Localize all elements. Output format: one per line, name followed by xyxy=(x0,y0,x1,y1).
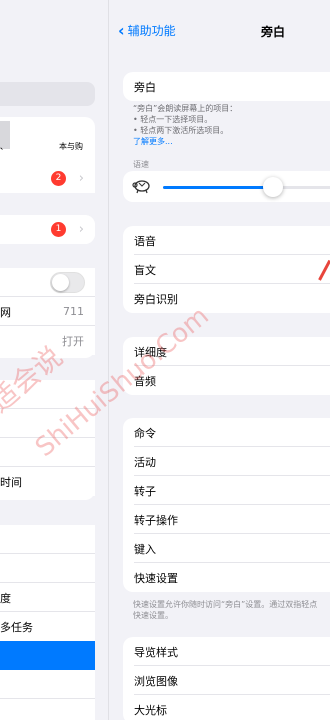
sidebar-row-wifi[interactable]: 网 711 xyxy=(0,297,95,326)
sidebar-account-group: 本与购 、 2 › xyxy=(0,117,95,193)
verbosity-label: 音频 xyxy=(134,374,156,388)
navigation-bar: ‹ 辅助功能 旁白 xyxy=(109,22,330,40)
navigation-label: 大光标 xyxy=(134,703,167,717)
chevron-right-icon: › xyxy=(78,171,84,186)
footnote-line-2: 快速设置。 xyxy=(133,611,173,620)
notification-badge: 1 xyxy=(51,222,66,237)
sidebar-row-notifications[interactable] xyxy=(0,380,95,409)
speaking-rate-slider[interactable] xyxy=(123,171,330,202)
chevron-right-icon: › xyxy=(78,222,84,237)
voiceover-toggle-label: 旁白 xyxy=(134,80,156,94)
description-bullet-1: • 轻点一下选择项目。 xyxy=(133,115,213,124)
command-row-3[interactable]: 转子操作 xyxy=(123,505,330,534)
voiceover-detail-pane: ‹ 辅助功能 旁白 旁白 “旁白”会朗读屏幕上的项目： • 轻点一下选择项目。 … xyxy=(108,0,330,720)
verbosity-row-0[interactable]: 详细度 xyxy=(123,337,330,366)
speaking-rate-label: 语速 xyxy=(133,160,149,169)
speech-label: 盲文 xyxy=(134,263,156,277)
footnote-line-1: 快速设置允许你随时访问“旁白”设置。通过双指轻点 xyxy=(133,600,318,609)
speech-row-0[interactable]: 语音 xyxy=(123,226,330,255)
command-label: 活动 xyxy=(134,455,156,469)
settings-sidebar: 本与购 、 2 › 1 › 网 711 打开 时间 度 多任务 xyxy=(0,0,108,720)
chevron-left-icon: ‹ xyxy=(118,20,125,40)
command-row-4[interactable]: 键入 xyxy=(123,534,330,563)
sidebar-row-control-center[interactable] xyxy=(0,554,95,583)
command-row-2[interactable]: 转子 xyxy=(123,476,330,505)
navigation-label: 浏览图像 xyxy=(134,674,178,688)
slider-track[interactable] xyxy=(163,186,330,189)
turtle-icon xyxy=(132,180,150,194)
speech-group: 语音 盲文 旁白识别 xyxy=(123,226,330,313)
command-label: 转子操作 xyxy=(134,513,178,527)
verbosity-label: 详细度 xyxy=(134,345,167,359)
quick-settings-footnote: 快速设置允许你随时访问“旁白”设置。通过双指轻点 快速设置。 xyxy=(133,599,330,621)
account-subtitle: 本与购 xyxy=(59,142,83,151)
back-label: 辅助功能 xyxy=(127,24,176,38)
sidebar-row-multitasking[interactable]: 多任务 xyxy=(0,612,95,641)
navigation-label: 导览样式 xyxy=(134,645,178,659)
sidebar-row-notification-1[interactable]: 2 › xyxy=(0,164,95,193)
sidebar-row-wallpaper[interactable] xyxy=(0,670,95,699)
notification-badge: 2 xyxy=(51,171,66,186)
command-label: 键入 xyxy=(134,542,156,556)
speech-row-2[interactable]: 旁白识别 xyxy=(123,284,330,313)
slider-fill xyxy=(163,186,274,189)
sidebar-row-airplane[interactable] xyxy=(0,268,95,297)
sidebar-row-bluetooth[interactable]: 打开 xyxy=(0,326,95,355)
command-label: 命令 xyxy=(134,426,156,440)
wifi-label: 网 xyxy=(0,305,11,319)
sidebar-row-display[interactable]: 度 xyxy=(0,583,95,612)
sidebar-row-notification-2[interactable]: 1 › xyxy=(0,215,95,244)
slider-knob[interactable] xyxy=(263,177,284,197)
multitask-label: 多任务 xyxy=(0,620,33,634)
sidebar-search-area[interactable] xyxy=(0,82,95,106)
sidebar-settings-group: 度 多任务 xyxy=(0,525,95,720)
sidebar-row-screen-time[interactable]: 时间 xyxy=(0,467,95,496)
command-label: 快速设置 xyxy=(134,571,178,585)
wifi-value: 711 xyxy=(63,305,84,318)
bluetooth-value: 打开 xyxy=(62,334,84,348)
sidebar-row-general[interactable] xyxy=(0,525,95,554)
description-bullet-2: • 轻点两下激活所选项目。 xyxy=(133,126,229,135)
speech-row-1[interactable]: 盲文 xyxy=(123,255,330,284)
speech-label: 语音 xyxy=(134,234,156,248)
sidebar-general-group: 时间 xyxy=(0,380,95,500)
description-intro: “旁白”会朗读屏幕上的项目： xyxy=(133,104,238,113)
command-row-1[interactable]: 活动 xyxy=(123,447,330,476)
navigation-style-group: 导览样式浏览图像大光标 xyxy=(123,637,330,720)
sidebar-row-sounds[interactable] xyxy=(0,409,95,438)
sidebar-row-accessibility-selected[interactable] xyxy=(0,641,95,670)
learn-more-link[interactable]: 了解更多... xyxy=(133,136,330,147)
voiceover-description: “旁白”会朗读屏幕上的项目： • 轻点一下选择项目。 • 轻点两下激活所选项目。… xyxy=(133,103,330,147)
navigation-row-1[interactable]: 浏览图像 xyxy=(123,666,330,695)
navigation-row-2[interactable]: 大光标 xyxy=(123,695,330,720)
voiceover-toggle-group: 旁白 xyxy=(123,72,330,101)
voiceover-toggle-row[interactable]: 旁白 xyxy=(123,72,330,101)
command-row-5[interactable]: 快速设置 xyxy=(123,563,330,592)
account-subtitle-comma: 、 xyxy=(0,142,8,151)
verbosity-group: 详细度 音频 xyxy=(123,337,330,395)
sidebar-row-focus[interactable] xyxy=(0,438,95,467)
page-title: 旁白 xyxy=(261,25,286,39)
screen-time-label: 时间 xyxy=(0,475,22,489)
navigation-row-0[interactable]: 导览样式 xyxy=(123,637,330,666)
display-label: 度 xyxy=(0,591,11,605)
sidebar-network-group: 网 711 打开 xyxy=(0,268,95,358)
verbosity-row-1[interactable]: 音频 xyxy=(123,366,330,395)
airplane-mode-toggle[interactable] xyxy=(50,272,85,293)
speech-label: 旁白识别 xyxy=(134,292,178,306)
command-row-0[interactable]: 命令 xyxy=(123,418,330,447)
back-button[interactable]: ‹ 辅助功能 xyxy=(118,22,176,39)
account-row[interactable]: 本与购 、 xyxy=(0,139,95,165)
sidebar-row-siri[interactable] xyxy=(0,699,95,720)
command-label: 转子 xyxy=(134,484,156,498)
commands-group: 命令活动转子转子操作键入快速设置 xyxy=(123,418,330,592)
